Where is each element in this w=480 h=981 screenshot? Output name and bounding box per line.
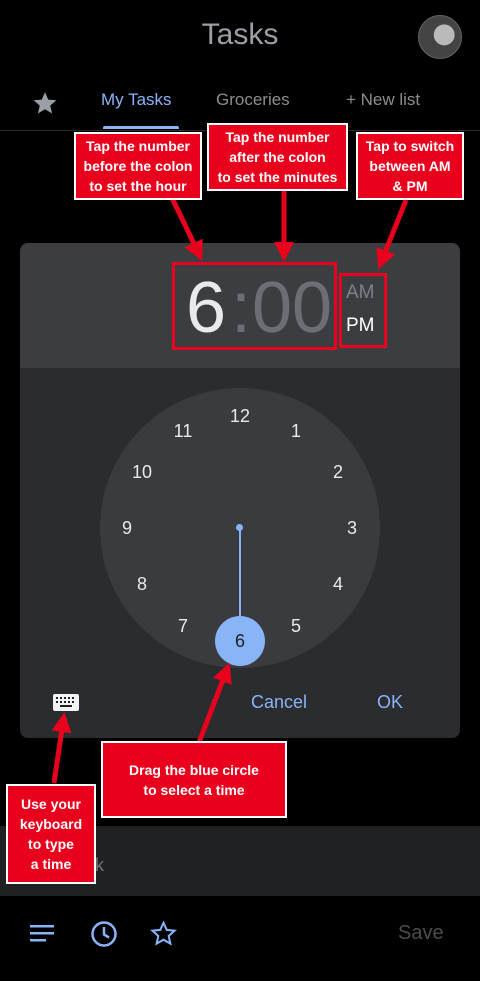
drag-tip-callout: Drag the blue circle to select a time	[101, 741, 287, 818]
minute-tip-callout: Tap the number after the colon to set th…	[207, 123, 348, 191]
hour-tip-callout: Tap the number before the colon to set t…	[74, 132, 202, 200]
ampm-tip-callout: Tap to switch between AM & PM	[356, 132, 464, 200]
keyboard-tip-callout: Use your keyboard to type a time	[6, 784, 96, 884]
